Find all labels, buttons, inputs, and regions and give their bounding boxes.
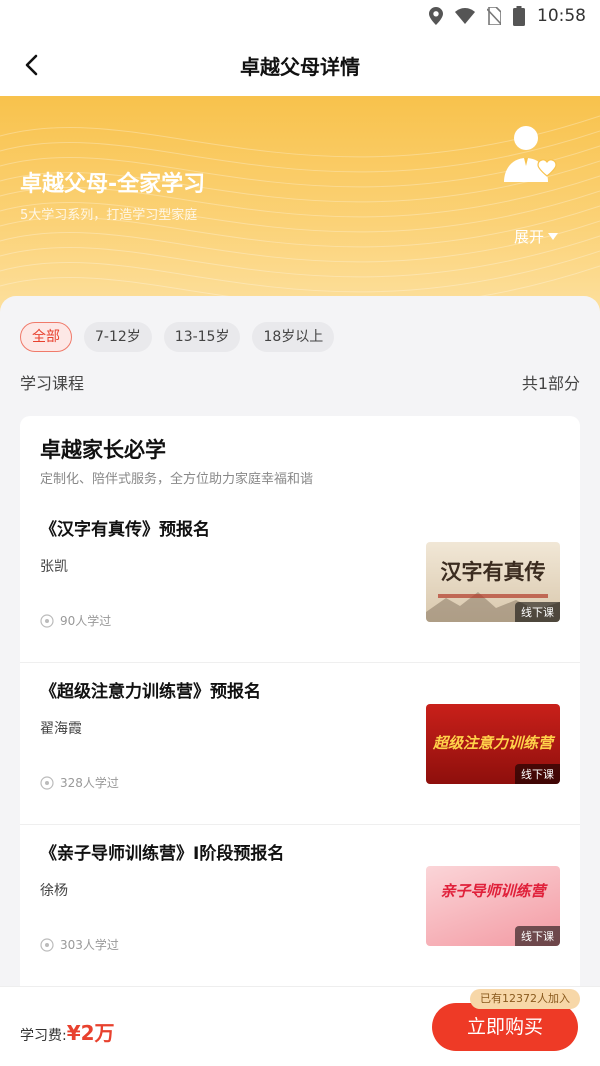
hero-subtitle: 5大学习系列，打造学习型家庭 bbox=[20, 208, 198, 223]
content-panel: 全部 7-12岁 13-15岁 18岁以上 学习课程 共1部分 卓越家长必学 定… bbox=[0, 296, 600, 996]
offline-course-badge: 线下课 bbox=[515, 602, 560, 622]
purchase-bar: 学习费:¥2万 立即购买 已有12372人加入 bbox=[0, 986, 600, 1066]
wifi-icon bbox=[455, 8, 475, 24]
buy-now-button[interactable]: 立即购买 bbox=[432, 1003, 578, 1051]
learned-text: 90人学过 bbox=[60, 614, 112, 628]
thumbnail-text: 汉字有真传 bbox=[440, 559, 546, 584]
status-icons: 10:58 bbox=[429, 6, 586, 26]
play-circle-icon bbox=[40, 937, 54, 952]
learned-count: 303人学过 bbox=[40, 936, 119, 953]
play-circle-icon bbox=[40, 775, 54, 790]
hero-title: 卓越父母-全家学习 bbox=[20, 172, 206, 197]
expand-button[interactable]: 展开 bbox=[514, 226, 558, 247]
course-thumbnail: 超级注意力训练营 线下课 bbox=[426, 704, 560, 784]
nav-bar: 卓越父母详情 bbox=[0, 34, 600, 96]
course-name: 《亲子导师训练营》I阶段预报名 bbox=[40, 844, 285, 864]
fee-info: 学习费:¥2万 bbox=[20, 1017, 115, 1046]
section-count: 共1部分 bbox=[521, 374, 580, 393]
course-card: 卓越家长必学 定制化、陪伴式服务，全方位助力家庭幸福和谐 《汉字有真传》预报名 … bbox=[20, 416, 580, 996]
status-time: 10:58 bbox=[537, 6, 586, 26]
age-filter-chips: 全部 7-12岁 13-15岁 18岁以上 bbox=[20, 322, 335, 352]
battery-icon bbox=[513, 6, 525, 26]
page-title: 卓越父母详情 bbox=[240, 55, 360, 79]
price: ¥2万 bbox=[66, 1021, 115, 1045]
divider bbox=[20, 824, 580, 825]
play-circle-icon bbox=[40, 613, 54, 628]
card-title: 卓越家长必学 bbox=[40, 438, 166, 462]
course-name: 《汉字有真传》预报名 bbox=[40, 520, 210, 540]
section-header: 学习课程 共1部分 bbox=[20, 370, 580, 394]
joined-count-badge: 已有12372人加入 bbox=[470, 989, 580, 1009]
course-teacher: 徐杨 bbox=[40, 883, 68, 899]
learned-count: 328人学过 bbox=[40, 774, 119, 791]
course-item[interactable]: 《亲子导师训练营》I阶段预报名 徐杨 303人学过 亲子导师训练营 线下课 bbox=[20, 824, 580, 984]
section-label: 学习课程 bbox=[20, 374, 85, 393]
course-teacher: 张凯 bbox=[40, 559, 68, 575]
offline-course-badge: 线下课 bbox=[515, 764, 560, 784]
filter-chip-all[interactable]: 全部 bbox=[20, 322, 72, 352]
course-thumbnail: 汉字有真传 线下课 bbox=[426, 542, 560, 622]
caret-down-icon bbox=[548, 233, 558, 240]
course-item[interactable]: 《汉字有真传》预报名 张凯 90人学过 汉字有真传 线下课 bbox=[20, 500, 580, 660]
course-teacher: 翟海霞 bbox=[40, 721, 82, 737]
expand-label: 展开 bbox=[513, 228, 544, 246]
hero-banner: 卓越父母-全家学习 5大学习系列，打造学习型家庭 展开 bbox=[0, 96, 600, 326]
course-item[interactable]: 《超级注意力训练营》预报名 翟海霞 328人学过 超级注意力训练营 线下课 bbox=[20, 662, 580, 822]
no-sim-icon bbox=[487, 7, 501, 25]
location-icon bbox=[429, 7, 443, 25]
divider bbox=[20, 662, 580, 663]
status-bar: 10:58 bbox=[0, 0, 600, 34]
card-subtitle: 定制化、陪伴式服务，全方位助力家庭幸福和谐 bbox=[40, 472, 314, 487]
thumbnail-text: 超级注意力训练营 bbox=[432, 734, 553, 752]
learned-count: 90人学过 bbox=[40, 612, 111, 629]
filter-chip-13-15[interactable]: 13-15岁 bbox=[163, 322, 241, 352]
filter-chip-7-12[interactable]: 7-12岁 bbox=[84, 322, 152, 352]
parent-heart-icon bbox=[504, 126, 557, 182]
filter-chip-18-plus[interactable]: 18岁以上 bbox=[252, 322, 335, 352]
fee-label: 学习费: bbox=[20, 1028, 67, 1044]
learned-text: 303人学过 bbox=[60, 938, 119, 952]
course-thumbnail: 亲子导师训练营 线下课 bbox=[426, 866, 560, 946]
offline-course-badge: 线下课 bbox=[515, 926, 560, 946]
course-name: 《超级注意力训练营》预报名 bbox=[40, 682, 261, 702]
learned-text: 328人学过 bbox=[60, 776, 119, 790]
thumbnail-text: 亲子导师训练营 bbox=[440, 882, 546, 900]
